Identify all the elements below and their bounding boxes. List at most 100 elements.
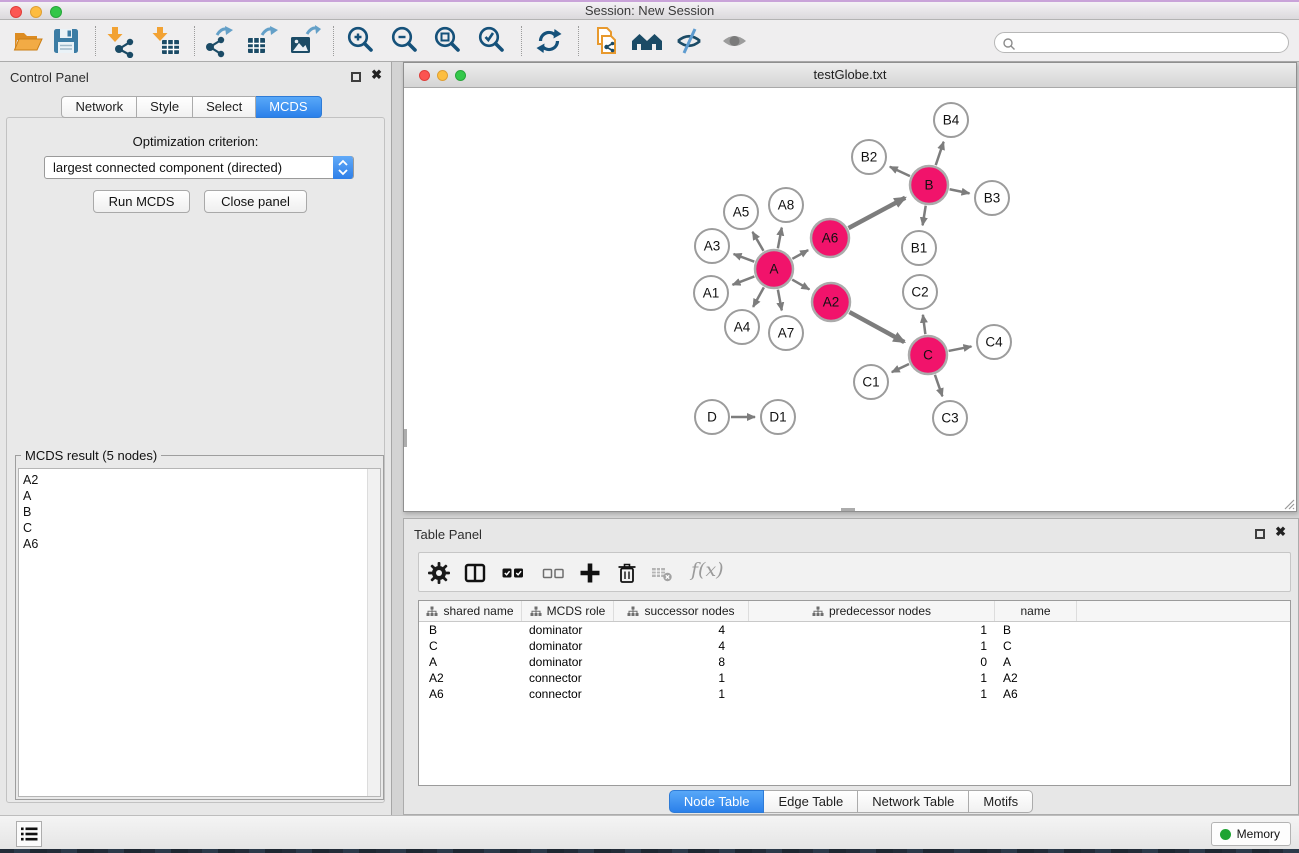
tab-network[interactable]: Network xyxy=(61,96,137,118)
tab-network-table[interactable]: Network Table xyxy=(858,790,969,813)
open-file-icon[interactable] xyxy=(11,24,45,58)
float-panel-icon[interactable] xyxy=(351,72,361,82)
network-window-titlebar[interactable]: testGlobe.txt xyxy=(404,63,1296,88)
vertical-scrollbar-thumb[interactable] xyxy=(404,429,407,447)
close-panel-icon[interactable]: ✖ xyxy=(371,67,382,83)
table-cell[interactable]: 1 xyxy=(749,686,995,702)
zoom-in-icon[interactable] xyxy=(344,24,378,58)
table-cell[interactable]: connector xyxy=(522,686,614,702)
graph-edge-A2-C[interactable] xyxy=(849,312,904,342)
save-session-icon[interactable] xyxy=(49,24,83,58)
graph-node-B1[interactable]: B1 xyxy=(902,231,936,265)
result-item[interactable]: B xyxy=(19,504,380,520)
graph-edge-B-B4[interactable] xyxy=(936,142,944,165)
table-cell[interactable]: C xyxy=(995,638,1077,654)
export-table-icon[interactable] xyxy=(244,24,278,58)
tab-select[interactable]: Select xyxy=(193,96,256,118)
graph-edge-A-A3[interactable] xyxy=(734,254,755,262)
graph-edge-A-A4[interactable] xyxy=(753,287,764,306)
graph-edge-C-C3[interactable] xyxy=(935,375,942,396)
result-item[interactable]: A6 xyxy=(19,536,380,552)
node-table[interactable]: shared nameMCDS rolesuccessor nodesprede… xyxy=(418,600,1291,786)
table-row[interactable]: Adominator80A xyxy=(419,654,1290,670)
graph-node-C[interactable]: C xyxy=(909,336,947,374)
mcds-result-list[interactable]: A2ABCA6 xyxy=(18,468,381,797)
graph-edge-A-A7[interactable] xyxy=(778,290,782,311)
graph-edge-A-A1[interactable] xyxy=(732,276,754,284)
graph-node-B2[interactable]: B2 xyxy=(852,140,886,174)
table-cell[interactable]: A2 xyxy=(419,670,522,686)
tab-node-table[interactable]: Node Table xyxy=(669,790,765,813)
table-cell[interactable]: 1 xyxy=(614,670,749,686)
tab-style[interactable]: Style xyxy=(137,96,193,118)
graph-node-C1[interactable]: C1 xyxy=(854,365,888,399)
graph-edge-A6-B[interactable] xyxy=(849,198,906,228)
graph-edge-B-B2[interactable] xyxy=(890,167,910,176)
tab-edge-table[interactable]: Edge Table xyxy=(764,790,858,813)
import-network-icon[interactable] xyxy=(104,24,138,58)
deselect-all-icon[interactable] xyxy=(541,561,565,585)
table-row[interactable]: A6connector11A6 xyxy=(419,686,1290,702)
criterion-dropdown[interactable]: largest connected component (directed) xyxy=(44,156,354,179)
table-cell[interactable]: 1 xyxy=(614,686,749,702)
table-cell[interactable]: 8 xyxy=(614,654,749,670)
table-cell[interactable]: C xyxy=(419,638,522,654)
add-column-icon[interactable] xyxy=(578,561,602,585)
column-header-predecessor-nodes[interactable]: predecessor nodes xyxy=(749,601,995,621)
graph-node-B3[interactable]: B3 xyxy=(975,181,1009,215)
table-cell[interactable]: 1 xyxy=(749,670,995,686)
memory-button[interactable]: Memory xyxy=(1211,822,1291,846)
import-table-icon[interactable] xyxy=(149,24,183,58)
tab-mcds[interactable]: MCDS xyxy=(256,96,321,118)
table-row[interactable]: Bdominator41B xyxy=(419,622,1290,638)
table-cell[interactable]: 4 xyxy=(614,638,749,654)
result-item[interactable]: C xyxy=(19,520,380,536)
graph-node-C3[interactable]: C3 xyxy=(933,401,967,435)
zoom-selected-icon[interactable] xyxy=(475,24,509,58)
close-table-panel-icon[interactable]: ✖ xyxy=(1275,524,1286,540)
task-history-button[interactable] xyxy=(16,821,42,847)
graph-edge-C-C4[interactable] xyxy=(949,346,972,350)
close-panel-button[interactable]: Close panel xyxy=(204,190,307,213)
hide-details-icon[interactable] xyxy=(673,24,707,58)
graph-edge-A-A6[interactable] xyxy=(792,250,808,259)
table-cell[interactable]: 1 xyxy=(749,622,995,638)
graph-node-D1[interactable]: D1 xyxy=(761,400,795,434)
table-cell[interactable]: 4 xyxy=(614,622,749,638)
select-all-icon[interactable] xyxy=(501,561,525,585)
horizontal-scrollbar-thumb[interactable] xyxy=(841,508,855,511)
export-network-icon[interactable] xyxy=(201,24,235,58)
graph-node-A4[interactable]: A4 xyxy=(725,310,759,344)
graph-node-A[interactable]: A xyxy=(755,250,793,288)
float-table-panel-icon[interactable] xyxy=(1255,529,1265,539)
new-network-from-selection-icon[interactable] xyxy=(589,24,623,58)
zoom-fit-icon[interactable] xyxy=(431,24,465,58)
network-canvas[interactable]: B4B2BB3A5A8A6B1A3AC2A1A2A4A7C4CC1C3DD1 xyxy=(404,88,1296,511)
table-cell[interactable]: A6 xyxy=(419,686,522,702)
table-cell[interactable]: dominator xyxy=(522,654,614,670)
column-header-successor-nodes[interactable]: successor nodes xyxy=(614,601,749,621)
refresh-icon[interactable] xyxy=(532,24,566,58)
result-item[interactable]: A2 xyxy=(19,472,380,488)
table-cell[interactable]: B xyxy=(419,622,522,638)
search-field[interactable] xyxy=(994,32,1289,53)
column-header-name[interactable]: name xyxy=(995,601,1077,621)
column-header-MCDS-role[interactable]: MCDS role xyxy=(522,601,614,621)
resize-grip[interactable] xyxy=(1282,497,1295,510)
table-cell[interactable]: A xyxy=(995,654,1077,670)
export-image-icon[interactable] xyxy=(287,24,321,58)
graph-node-A5[interactable]: A5 xyxy=(724,195,758,229)
graph-edge-B-B1[interactable] xyxy=(923,206,926,226)
search-input[interactable] xyxy=(1019,34,1280,51)
table-row[interactable]: A2connector11A2 xyxy=(419,670,1290,686)
graph-node-A8[interactable]: A8 xyxy=(769,188,803,222)
graph-edge-C-C1[interactable] xyxy=(892,364,909,372)
table-options-gear-icon[interactable] xyxy=(427,561,451,585)
zoom-out-icon[interactable] xyxy=(388,24,422,58)
table-cell[interactable]: A2 xyxy=(995,670,1077,686)
graph-edge-A-A8[interactable] xyxy=(778,228,782,249)
table-cell[interactable]: dominator xyxy=(522,638,614,654)
graph-node-B4[interactable]: B4 xyxy=(934,103,968,137)
table-cell[interactable]: dominator xyxy=(522,622,614,638)
graph-node-A1[interactable]: A1 xyxy=(694,276,728,310)
